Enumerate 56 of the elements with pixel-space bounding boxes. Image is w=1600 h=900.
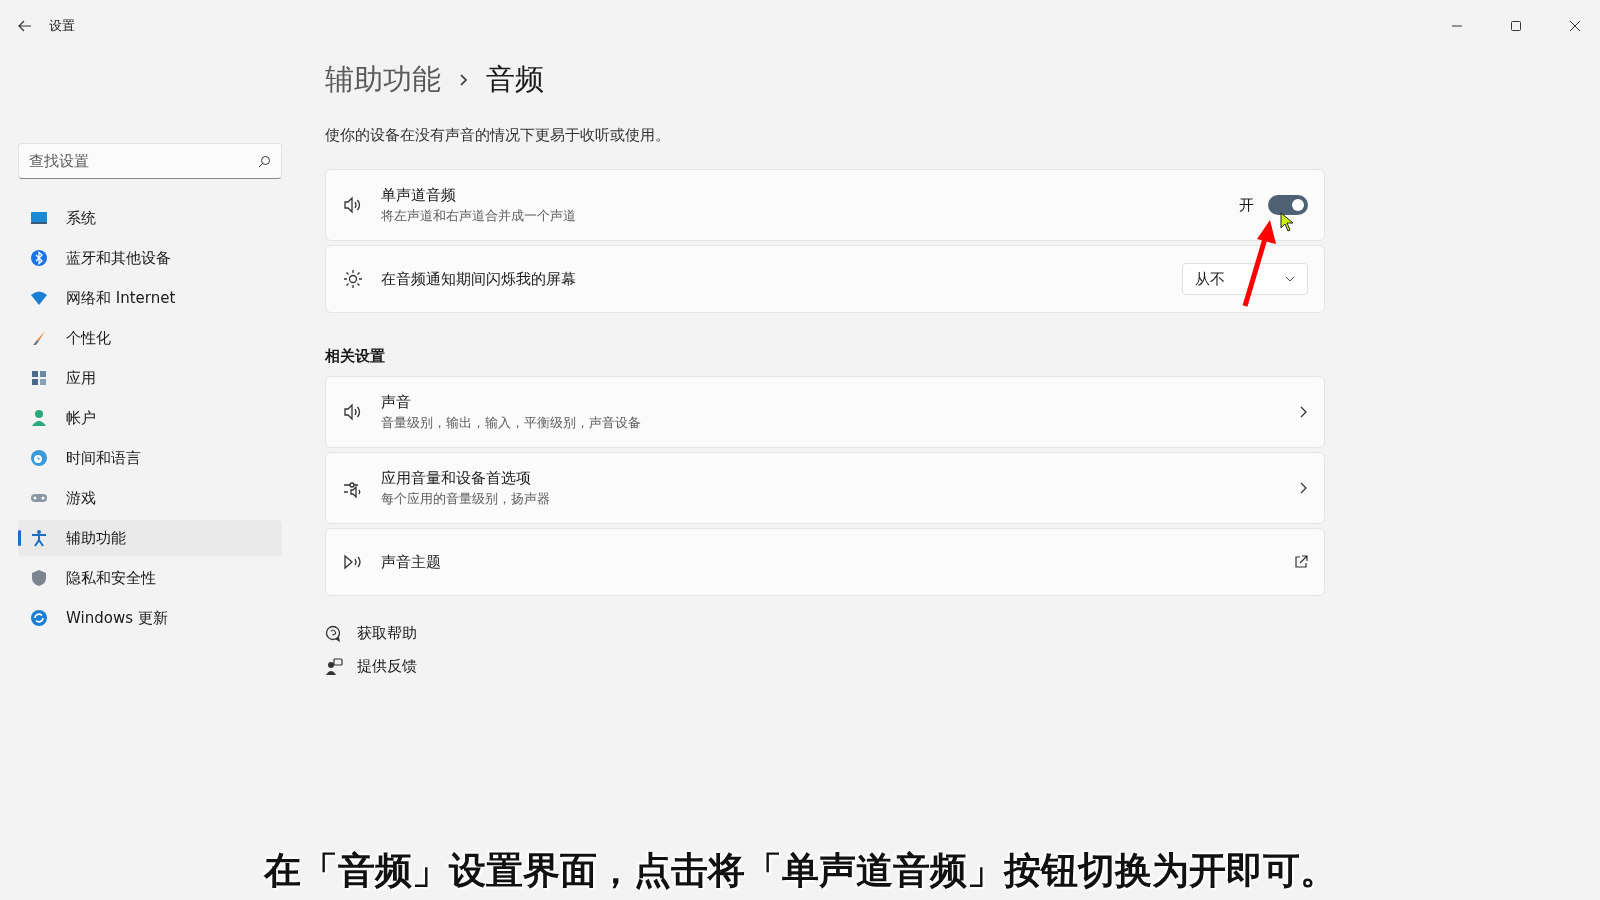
nav-item[interactable]: 个性化	[18, 320, 282, 356]
toggle-state-label: 开	[1239, 195, 1254, 215]
accessibility-icon	[30, 529, 48, 547]
setting-title: 声音主题	[381, 552, 442, 572]
search-field[interactable]: 查找设置	[18, 143, 282, 179]
setting-title: 应用音量和设备首选项	[381, 468, 532, 488]
mouse-cursor-icon	[1280, 212, 1294, 232]
setting-card[interactable]: 应用音量和设备首选项 每个应用的音量级别，扬声器	[325, 452, 1325, 524]
chevron-right-icon	[1298, 406, 1308, 418]
toggle-switch[interactable]	[1268, 195, 1308, 215]
setting-title: 声音	[381, 392, 412, 412]
chevron-right-icon	[459, 73, 468, 87]
window-title: 设置	[49, 17, 75, 35]
monitor-icon	[30, 209, 48, 227]
setting-subtitle: 每个应用的音量级别，扬声器	[381, 489, 551, 508]
nav-item[interactable]: Windows 更新	[18, 600, 282, 636]
nav-item[interactable]: 辅助功能	[18, 520, 282, 556]
breadcrumb-parent[interactable]: 辅助功能	[325, 60, 441, 100]
nav-item[interactable]: 蓝牙和其他设备	[18, 240, 282, 276]
help-link[interactable]: 获取帮助	[357, 624, 417, 643]
feedback-person-icon	[325, 657, 343, 676]
bluetooth-icon	[30, 249, 48, 267]
nav-item[interactable]: 帐户	[18, 400, 282, 436]
setting-subtitle: 将左声道和右声道合并成一个声道	[381, 206, 577, 225]
help-link[interactable]: 提供反馈	[357, 657, 417, 676]
nav-item[interactable]: 网络和 Internet	[18, 280, 282, 316]
close-icon[interactable]	[1569, 20, 1581, 32]
person-icon	[30, 409, 48, 427]
apps-icon	[30, 369, 48, 387]
refresh-icon	[30, 609, 48, 627]
chevron-right-icon	[1298, 482, 1308, 494]
shield-icon	[30, 569, 48, 587]
chevron-down-icon	[1285, 274, 1295, 284]
setting-card[interactable]: 声音主题	[325, 528, 1325, 596]
setting-subtitle: 音量级别，输出，输入，平衡级别，声音设备	[381, 413, 642, 432]
nav-item[interactable]: 隐私和安全性	[18, 560, 282, 596]
back-arrow-icon[interactable]	[18, 20, 32, 32]
clock-globe-icon	[30, 449, 48, 467]
help-chat-icon	[325, 624, 343, 643]
nav-item[interactable]: 应用	[18, 360, 282, 396]
search-icon	[258, 155, 271, 168]
page-description: 使你的设备在没有声音的情况下更易于收听或使用。	[325, 126, 671, 145]
page-title: 音频	[486, 61, 544, 98]
brightness-icon	[342, 268, 364, 290]
dropdown[interactable]: 从不	[1182, 263, 1308, 295]
maximize-icon[interactable]	[1510, 20, 1522, 32]
wifi-icon	[30, 289, 48, 307]
setting-title: 单声道音频	[381, 185, 457, 205]
section-heading: 相关设置	[325, 347, 386, 366]
setting-card[interactable]: 声音 音量级别，输出，输入，平衡级别，声音设备	[325, 376, 1325, 448]
nav-item[interactable]: 系统	[18, 200, 282, 236]
nav-item[interactable]: 时间和语言	[18, 440, 282, 476]
setting-title: 在音频通知期间闪烁我的屏幕	[381, 269, 577, 289]
video-caption: 在「音频」设置界面，点击将「单声道音频」按钮切换为开即可。	[262, 848, 1338, 894]
nav-item[interactable]: 游戏	[18, 480, 282, 516]
external-link-icon	[1294, 555, 1308, 569]
